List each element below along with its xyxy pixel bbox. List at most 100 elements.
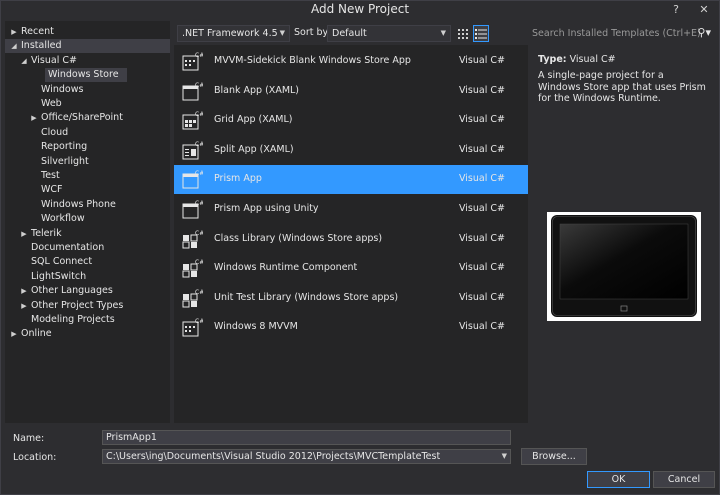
tree-item[interactable]: Test [5,169,170,183]
tree-item[interactable]: Workflow [5,212,170,226]
tree-item-label: Silverlight [41,155,89,167]
sort-by-label: Sort by: [294,27,331,38]
framework-select-value: .NET Framework 4.5 [182,28,278,39]
template-language: Visual C# [459,55,505,66]
tree-item-label: Installed [21,40,62,52]
svg-text:C#: C# [195,141,203,148]
template-name: Unit Test Library (Windows Store apps) [214,291,399,303]
tree-item-label: Visual C# [31,54,77,66]
template-row[interactable]: C# Prism App using Unity Visual C# [174,195,528,224]
grid-view-button[interactable] [455,25,471,42]
framework-select[interactable]: .NET Framework 4.5 ▼ [177,25,290,42]
collapse-arrow-icon[interactable]: ◢ [9,39,19,53]
tree-item[interactable]: ▶ Telerik [5,227,170,241]
name-field-value: PrismApp1 [106,432,157,443]
ok-button[interactable]: OK [587,471,650,488]
search-icon[interactable]: ⚲▾ [697,26,711,39]
tree-item[interactable]: ◢ Visual C# [5,54,170,68]
search-templates[interactable]: Search Installed Templates (Ctrl+E) ⚲▾ [530,25,717,43]
tree-item[interactable]: Windows Phone [5,198,170,212]
tree-item[interactable]: WCF [5,183,170,197]
expand-arrow-icon[interactable]: ▶ [19,284,29,298]
template-row[interactable]: C# Unit Test Library (Windows Store apps)… [174,284,528,313]
tree-item[interactable]: SQL Connect [5,255,170,269]
tree-item[interactable]: Modeling Projects [5,313,170,327]
template-language: Visual C# [459,173,505,185]
sort-by-select-value: Default [332,28,367,39]
template-icon: C# [181,258,204,279]
tree-item-label: Documentation [31,242,105,253]
template-icon: C# [181,169,204,190]
help-button[interactable]: ? [663,1,689,19]
location-field[interactable]: C:\Users\ing\Documents\Visual Studio 201… [102,449,511,464]
template-toolbar: .NET Framework 4.5 ▼ Sort by: Default ▼ [174,25,528,43]
template-language: Visual C# [459,114,505,126]
list-view-icon [475,29,487,39]
template-row[interactable]: C# Class Library (Windows Store apps) Visu… [174,225,528,254]
collapse-arrow-icon[interactable]: ◢ [19,54,29,68]
search-input[interactable]: Search Installed Templates (Ctrl+E) [532,28,701,39]
template-row[interactable]: C# Blank App (XAML) Visual C# [174,77,528,106]
template-icon: C# [181,317,204,338]
svg-text:C#: C# [195,230,203,237]
svg-text:C#: C# [195,289,203,296]
tree-item[interactable]: ▶ Other Project Types [5,299,170,313]
name-field[interactable]: PrismApp1 [102,430,511,445]
template-name: Class Library (Windows Store apps) [214,232,383,244]
tree-item[interactable]: LightSwitch [5,270,170,284]
tree-item[interactable]: ◢ Installed [5,39,170,54]
tree-item-label: Office/SharePoint [41,112,123,124]
tree-item-label: Windows [41,83,84,95]
svg-text:C#: C# [195,52,203,59]
template-language: Visual C# [459,203,505,214]
chevron-down-icon: ▼ [440,29,446,37]
chevron-down-icon[interactable]: ▼ [502,450,507,463]
cancel-button[interactable]: Cancel [653,471,715,488]
tree-item-label: Other Languages [31,285,113,297]
template-row[interactable]: C# MVVM-Sidekick Blank Windows Store App V… [174,47,528,76]
tree-item[interactable]: ▶ Office/SharePoint [5,111,170,125]
expand-arrow-icon[interactable]: ▶ [29,111,39,125]
tree-item-label: SQL Connect [31,256,93,268]
expand-arrow-icon[interactable]: ▶ [9,25,19,39]
template-name: Windows 8 MVVM [214,321,298,333]
template-details: Type: Visual C# A single-page project fo… [530,45,717,423]
tree-item[interactable]: Silverlight [5,155,170,169]
tree-item[interactable]: Cloud [5,126,170,140]
template-row[interactable]: C# Windows 8 MVVM Visual C# [174,313,528,342]
template-icon: C# [181,51,204,72]
template-row[interactable]: C# Split App (XAML) Visual C# [174,136,528,165]
tree-item-label: Web [41,98,62,109]
tree-item[interactable]: Windows [5,83,170,97]
dialog-title: Add New Project [310,2,410,16]
tree-item-label: Cloud [41,126,69,138]
template-row[interactable]: C# Prism App Visual C# [174,165,528,195]
sort-by-select[interactable]: Default ▼ [327,25,451,42]
expand-arrow-icon[interactable]: ▶ [9,327,19,341]
tree-item[interactable]: ▶ Recent [5,25,170,39]
tree-item-label: Windows Store [48,69,119,81]
expand-arrow-icon[interactable]: ▶ [19,299,29,313]
tree-item-label: Modeling Projects [31,314,115,325]
tree-item[interactable]: ▶ Online [5,327,170,341]
tree-item-label: Workflow [41,213,85,225]
list-view-button[interactable] [473,25,489,42]
tree-item-label: LightSwitch [31,270,87,282]
template-row[interactable]: C# Windows Runtime Component Visual C# [174,254,528,283]
expand-arrow-icon[interactable]: ▶ [19,227,29,241]
svg-text:C#: C# [195,259,203,266]
tree-item[interactable]: Documentation [5,241,170,255]
tree-item[interactable]: Windows Store [45,68,127,83]
template-name: MVVM-Sidekick Blank Windows Store App [214,55,411,66]
template-language: Visual C# [459,291,505,303]
close-button[interactable]: ✕ [689,1,719,19]
browse-button[interactable]: Browse... [521,448,587,465]
svg-text:C#: C# [195,82,203,89]
tree-item[interactable]: ▶ Other Languages [5,284,170,298]
tree-item[interactable]: Reporting [5,140,170,154]
svg-text:C#: C# [195,200,203,207]
template-row[interactable]: C# Grid App (XAML) Visual C# [174,106,528,135]
grid-view-icon [458,29,468,39]
template-description: A single-page project for a Windows Stor… [538,70,706,104]
tree-item[interactable]: Web [5,97,170,111]
